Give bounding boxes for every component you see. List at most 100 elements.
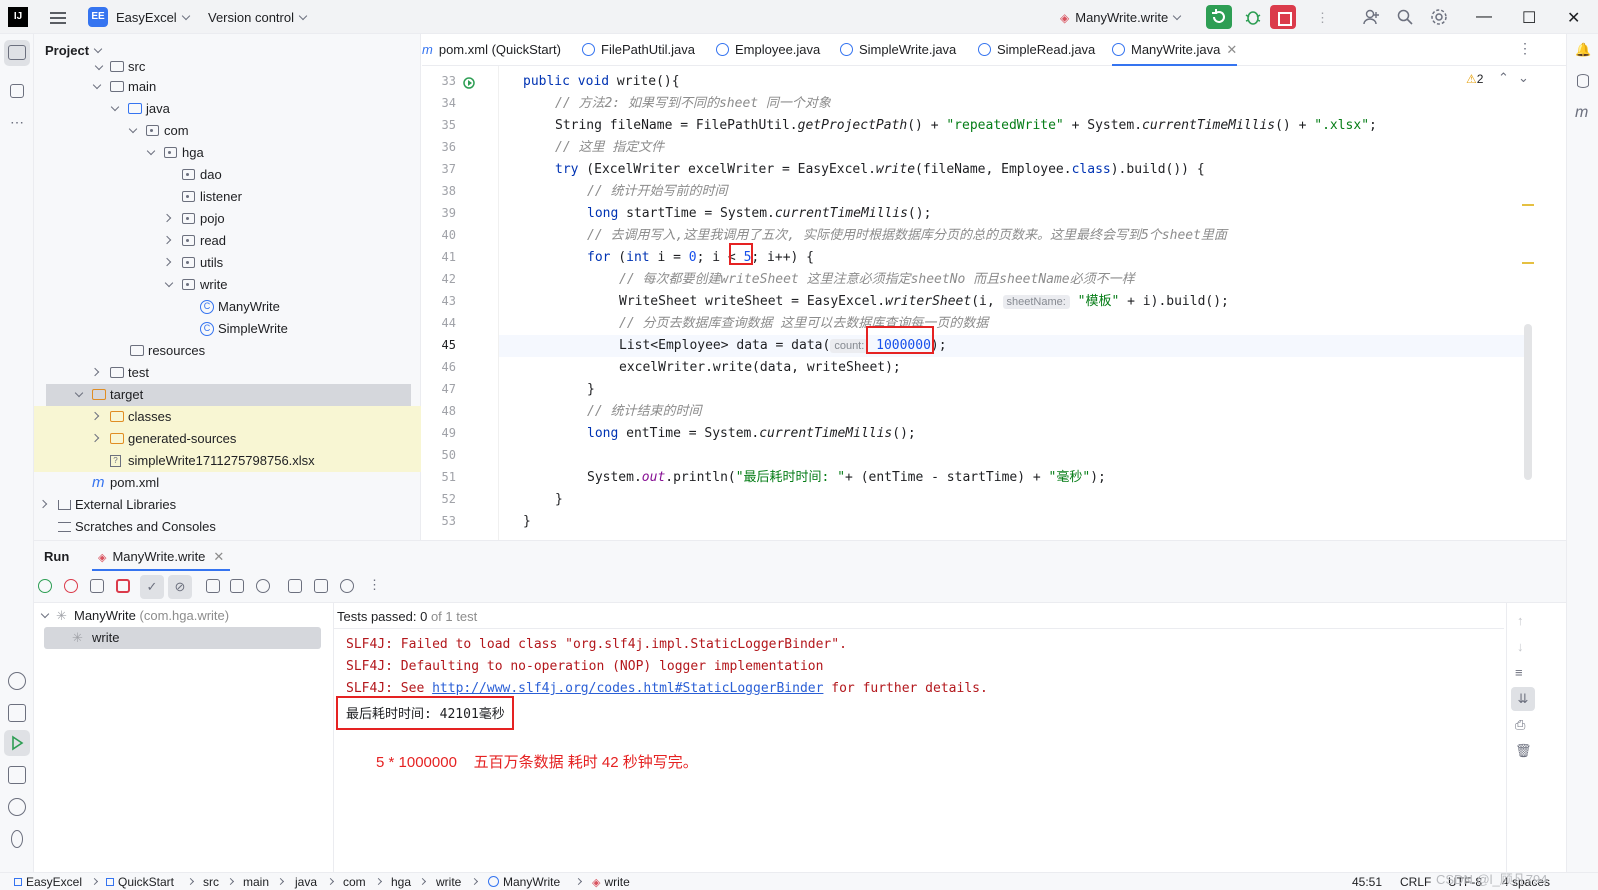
editor-scrollbar[interactable]	[1524, 324, 1532, 480]
tree-item-read[interactable]: read	[34, 230, 421, 252]
rerun-button[interactable]	[1206, 5, 1232, 29]
tree-item-utils[interactable]: utils	[34, 252, 421, 274]
tree-item-resources[interactable]: resources	[34, 340, 421, 362]
breadcrumb-write[interactable]: write	[436, 875, 461, 889]
tree-item-main[interactable]: main	[34, 76, 421, 98]
breadcrumb-project[interactable]: EasyExcel	[14, 875, 82, 889]
tree-item-xlsx-file[interactable]: ? simpleWrite1711275798756.xlsx	[34, 450, 421, 472]
clear-trash-icon[interactable]: 🗑	[1515, 743, 1532, 759]
run-gutter-icon[interactable]	[462, 76, 478, 95]
scroll-to-end-icon[interactable]: ⇊	[1511, 687, 1535, 711]
problems-icon[interactable]	[8, 798, 26, 816]
caret-position[interactable]: 45:51	[1352, 875, 1382, 889]
breadcrumb-module[interactable]: QuickStart	[106, 875, 174, 889]
breadcrumb-src[interactable]: src	[203, 875, 219, 889]
soft-wrap-icon[interactable]: ≡	[1515, 665, 1523, 680]
more-actions-icon[interactable]: ⋮	[1316, 10, 1329, 26]
close-tab-icon[interactable]: ✕	[1226, 42, 1237, 57]
tree-item-pojo[interactable]: pojo	[34, 208, 421, 230]
stop-icon[interactable]	[116, 579, 130, 593]
test-tree-root[interactable]: ✳ ManyWrite (com.hga.write)	[34, 605, 334, 627]
structure-icon[interactable]	[10, 84, 24, 98]
next-warning-icon[interactable]: ⌄	[1518, 70, 1529, 86]
coverage-icon[interactable]	[340, 579, 354, 593]
intellij-logo-icon[interactable]: IJ	[8, 7, 28, 27]
tree-item-src[interactable]: src	[34, 56, 421, 78]
breadcrumb-method[interactable]: ◈ write	[592, 875, 630, 889]
terminal-icon[interactable]	[8, 766, 26, 784]
tree-item-test[interactable]: test	[34, 362, 421, 384]
search-icon[interactable]	[1396, 8, 1414, 26]
settings-gear-icon[interactable]	[1430, 8, 1448, 26]
git-icon[interactable]	[11, 830, 23, 848]
tree-item-scratches[interactable]: Scratches and Consoles	[34, 516, 421, 538]
build-icon[interactable]	[8, 704, 26, 722]
minimize-button[interactable]: —	[1476, 8, 1492, 26]
up-arrow-icon[interactable]: ↑	[1517, 613, 1524, 628]
vcs-menu[interactable]: Version control	[208, 10, 308, 25]
project-switcher[interactable]: EasyExcel	[116, 10, 190, 25]
debug-icon[interactable]	[1244, 8, 1262, 26]
close-tab-icon[interactable]: ✕	[213, 549, 224, 564]
breadcrumb-class[interactable]: ManyWrite	[488, 875, 560, 889]
main-menu-icon[interactable]	[50, 9, 66, 25]
down-arrow-icon[interactable]: ↓	[1517, 639, 1524, 654]
line-separator[interactable]: CRLF	[1400, 875, 1431, 889]
breadcrumb-java[interactable]: java	[295, 875, 317, 889]
tree-item-dao[interactable]: dao	[34, 164, 421, 186]
tree-item-hga[interactable]: hga	[34, 142, 421, 164]
rerun-failed-icon[interactable]	[64, 579, 78, 593]
code-text-area[interactable]: public void write(){ // 方法2: 如果写到不同的shee…	[498, 66, 1529, 540]
show-passed-icon[interactable]: ✓	[140, 575, 164, 599]
stop-button[interactable]	[1270, 5, 1296, 29]
export-icon[interactable]	[314, 579, 328, 593]
tab-pom-xml[interactable]: m pom.xml (QuickStart)	[422, 34, 561, 66]
print-icon[interactable]: ⎙	[1515, 717, 1525, 733]
project-tool-button[interactable]	[4, 40, 30, 66]
run-config-tab[interactable]: ◈ ManyWrite.write ✕	[92, 545, 231, 571]
notifications-bell-icon[interactable]: 🔔	[1575, 42, 1591, 58]
rerun-icon[interactable]	[38, 579, 52, 593]
breadcrumb-hga[interactable]: hga	[391, 875, 411, 889]
tree-item-write[interactable]: write	[34, 274, 421, 296]
tree-item-simplewrite[interactable]: C SimpleWrite	[34, 318, 421, 340]
slf4j-link[interactable]: http://www.slf4j.org/codes.html#StaticLo…	[432, 681, 823, 696]
tab-manywrite[interactable]: ManyWrite.java ✕	[1112, 34, 1238, 66]
more-tools-icon[interactable]: ⋯	[10, 114, 24, 131]
tab-simplewrite[interactable]: SimpleWrite.java	[840, 34, 956, 66]
tree-item-listener[interactable]: listener	[34, 186, 421, 208]
breadcrumb-com[interactable]: com	[343, 875, 366, 889]
toggle-auto-test-icon[interactable]	[90, 579, 104, 593]
tree-item-pom[interactable]: m pom.xml	[34, 472, 421, 494]
collapse-icon[interactable]	[230, 579, 244, 593]
tree-item-manywrite[interactable]: C ManyWrite	[34, 296, 421, 318]
tree-item-com[interactable]: com	[34, 120, 421, 142]
tree-item-classes[interactable]: classes	[34, 406, 421, 428]
maven-icon[interactable]: m	[1575, 104, 1588, 122]
tab-filepathutil[interactable]: FilePathUtil.java	[582, 34, 695, 66]
tab-simpleread[interactable]: SimpleRead.java	[978, 34, 1095, 66]
run-tool-button[interactable]	[4, 730, 30, 756]
console-output[interactable]: Tests passed: 0 of 1 test SLF4J: Failed …	[334, 603, 1504, 873]
add-user-icon[interactable]	[1362, 8, 1380, 26]
tab-employee[interactable]: Employee.java	[716, 34, 820, 66]
tab-options-icon[interactable]: ⋮	[1518, 40, 1532, 57]
tree-item-external-libraries[interactable]: External Libraries	[34, 494, 421, 516]
warnings-indicator[interactable]: ⚠2	[1466, 72, 1483, 86]
tree-item-java[interactable]: java	[34, 98, 421, 120]
prev-warning-icon[interactable]: ⌃	[1498, 70, 1509, 86]
test-tree-item-write[interactable]: ✳ write	[44, 627, 321, 649]
show-ignored-icon[interactable]: ⊘	[168, 575, 192, 599]
tree-item-target[interactable]: target	[46, 384, 411, 406]
breadcrumb-main[interactable]: main	[243, 875, 269, 889]
tree-item-generated-sources[interactable]: generated-sources	[34, 428, 421, 450]
run-config-selector[interactable]: ◈ ManyWrite.write	[1060, 10, 1182, 25]
history-icon[interactable]	[256, 579, 270, 593]
more-options-icon[interactable]: ⋮	[368, 577, 381, 593]
sort-icon[interactable]	[206, 579, 220, 593]
project-badge-icon[interactable]: EE	[88, 7, 108, 27]
close-window-button[interactable]: ✕	[1567, 8, 1580, 28]
maximize-button[interactable]: ☐	[1522, 8, 1536, 28]
camera-icon[interactable]	[288, 579, 302, 593]
database-icon[interactable]	[1577, 74, 1589, 88]
